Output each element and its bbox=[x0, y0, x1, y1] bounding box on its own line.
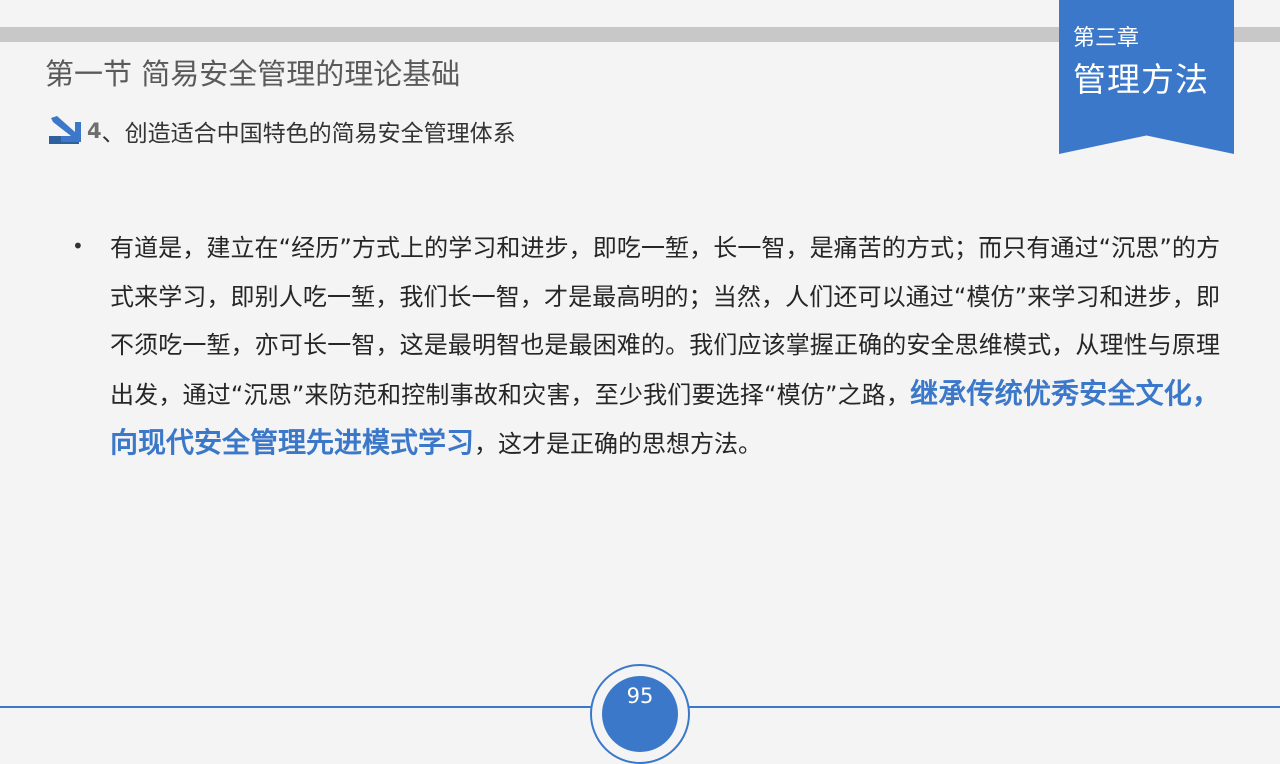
subtitle-number: 4 bbox=[87, 119, 102, 143]
chapter-number: 第三章 bbox=[1073, 26, 1140, 51]
subtitle-row: 4 、创造适合中国特色的简易安全管理体系 bbox=[47, 114, 516, 148]
section-title: 第一节 简易安全管理的理论基础 bbox=[45, 57, 461, 91]
arrow-down-right-icon bbox=[49, 116, 81, 144]
bullet-paragraph: 有道是，建立在“经历”方式上的学习和进步，即吃一堑，长一智，是痛苦的方式；而只有… bbox=[110, 224, 1220, 469]
paragraph-text-end: ，这才是正确的思想方法。 bbox=[474, 430, 763, 458]
subtitle-text: 、创造适合中国特色的简易安全管理体系 bbox=[101, 121, 516, 147]
chapter-title: 管理方法 bbox=[1073, 60, 1209, 99]
bullet-dot: • bbox=[72, 234, 84, 258]
chapter-tag: 第三章 管理方法 bbox=[1059, 0, 1234, 154]
page-number: 95 bbox=[626, 684, 654, 708]
